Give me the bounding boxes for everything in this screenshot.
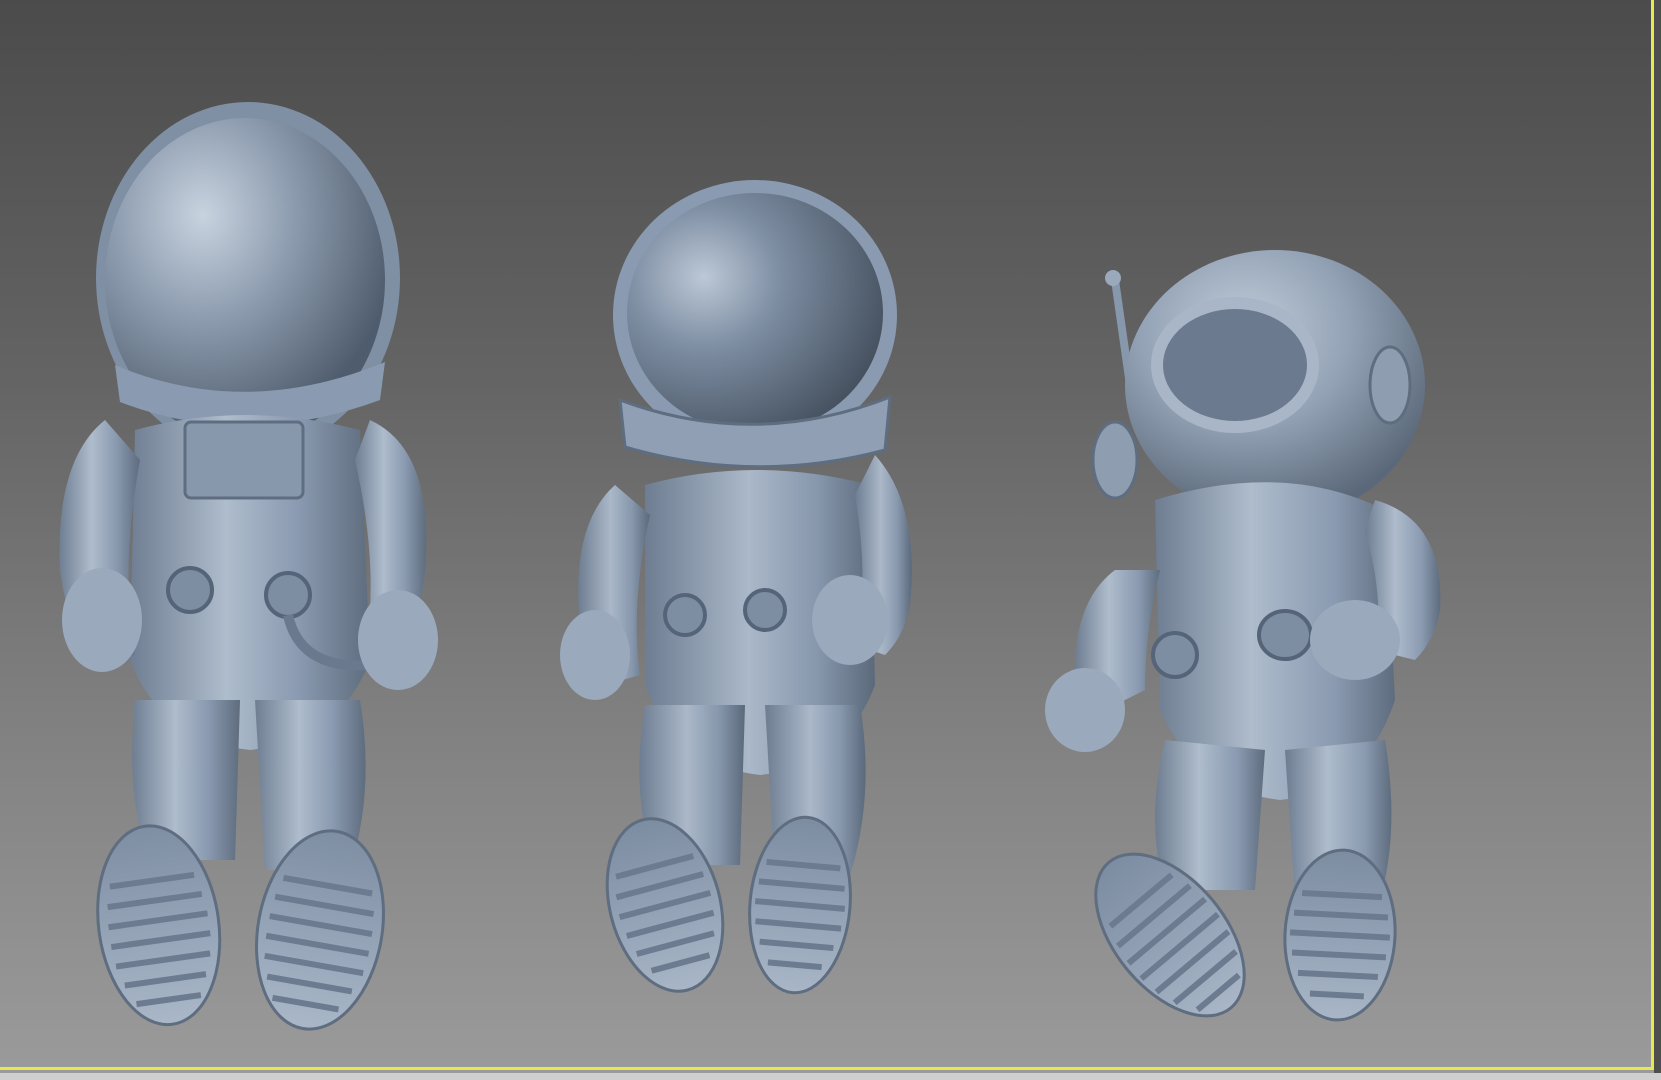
astronaut-model-three-quarter — [1045, 250, 1441, 1022]
viewport-edge-right — [1654, 0, 1661, 1080]
render-viewport[interactable] — [0, 0, 1661, 1080]
viewport-edge-bottom — [0, 1073, 1661, 1080]
astronaut-model-front — [59, 102, 438, 1031]
astronaut-model-front-alt — [560, 180, 912, 995]
